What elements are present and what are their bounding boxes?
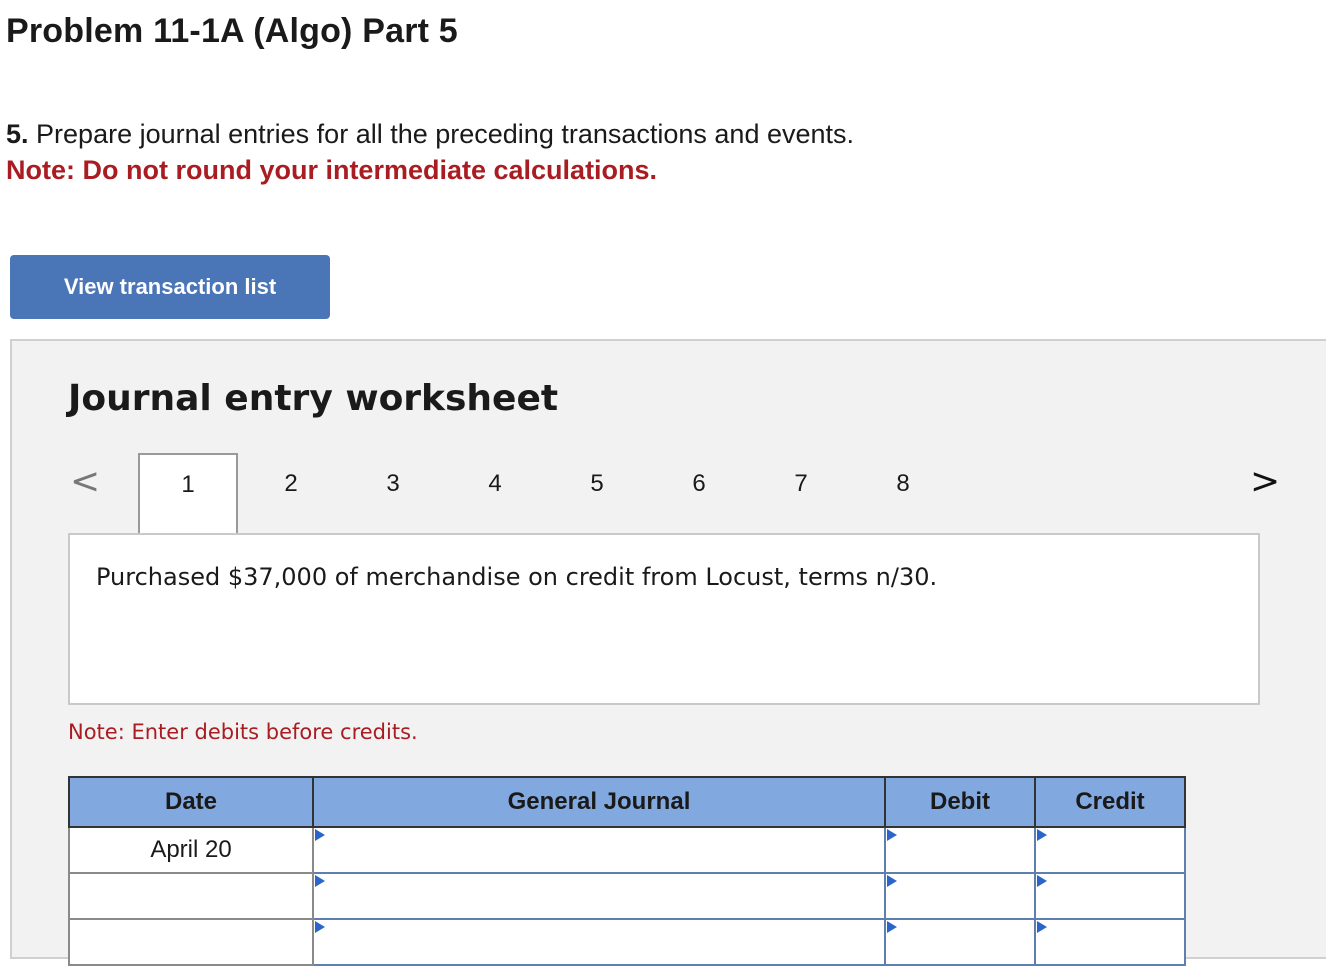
header-date: Date [68, 776, 314, 828]
page-title: Problem 11-1A (Algo) Part 5 [6, 12, 458, 50]
dropdown-marker-icon [887, 829, 897, 841]
debits-note: Note: Enter debits before credits. [68, 720, 418, 744]
header-general-journal: General Journal [312, 776, 886, 828]
debit-input[interactable] [888, 830, 1032, 870]
header-debit: Debit [884, 776, 1036, 828]
date-cell [68, 872, 314, 920]
dropdown-marker-icon [1037, 875, 1047, 887]
journal-table: Date General Journal Debit Credit April … [68, 776, 1186, 966]
account-cell[interactable] [312, 918, 886, 966]
dropdown-marker-icon [1037, 921, 1047, 933]
tab-7[interactable]: 7 [771, 466, 831, 502]
tab-8[interactable]: 8 [873, 466, 933, 502]
tab-4[interactable]: 4 [465, 466, 525, 502]
account-input[interactable] [316, 876, 882, 916]
tab-5[interactable]: 5 [567, 466, 627, 502]
debit-input[interactable] [888, 876, 1032, 916]
credit-cell[interactable] [1034, 918, 1186, 966]
credit-cell[interactable] [1034, 872, 1186, 920]
credit-input[interactable] [1038, 922, 1182, 962]
tab-3[interactable]: 3 [363, 466, 423, 502]
tab-6[interactable]: 6 [669, 466, 729, 502]
dropdown-marker-icon [315, 875, 325, 887]
account-input[interactable] [316, 922, 882, 962]
tab-1[interactable]: 1 [138, 453, 238, 537]
debit-cell[interactable] [884, 918, 1036, 966]
table-row: April 20 [68, 826, 1186, 874]
header-credit: Credit [1034, 776, 1186, 828]
account-cell[interactable] [312, 826, 886, 874]
table-row [68, 872, 1186, 920]
credit-input[interactable] [1038, 830, 1182, 870]
dropdown-marker-icon [887, 921, 897, 933]
debit-input[interactable] [888, 922, 1032, 962]
table-row [68, 918, 1186, 966]
account-cell[interactable] [312, 872, 886, 920]
debit-cell[interactable] [884, 872, 1036, 920]
dropdown-marker-icon [315, 829, 325, 841]
transaction-description-box [68, 533, 1260, 705]
date-cell [68, 918, 314, 966]
date-cell: April 20 [68, 826, 314, 874]
worksheet-title: Journal entry worksheet [68, 378, 559, 419]
view-transaction-list-button[interactable]: View transaction list [10, 255, 330, 319]
dropdown-marker-icon [887, 875, 897, 887]
dropdown-marker-icon [315, 921, 325, 933]
transaction-description: Purchased $37,000 of merchandise on cred… [96, 563, 938, 591]
account-input[interactable] [316, 830, 882, 870]
tab-2[interactable]: 2 [261, 466, 321, 502]
rounding-note: Note: Do not round your intermediate cal… [6, 155, 658, 185]
instruction-line: 5. Prepare journal entries for all the p… [6, 116, 854, 152]
journal-header-row: Date General Journal Debit Credit [68, 776, 1186, 828]
chevron-left-icon[interactable]: < [70, 464, 100, 500]
debit-cell[interactable] [884, 826, 1036, 874]
instruction-text: Prepare journal entries for all the prec… [28, 119, 855, 149]
dropdown-marker-icon [1037, 829, 1047, 841]
instruction-number: 5. [6, 119, 29, 149]
credit-input[interactable] [1038, 876, 1182, 916]
credit-cell[interactable] [1034, 826, 1186, 874]
chevron-right-icon[interactable]: > [1250, 464, 1280, 500]
